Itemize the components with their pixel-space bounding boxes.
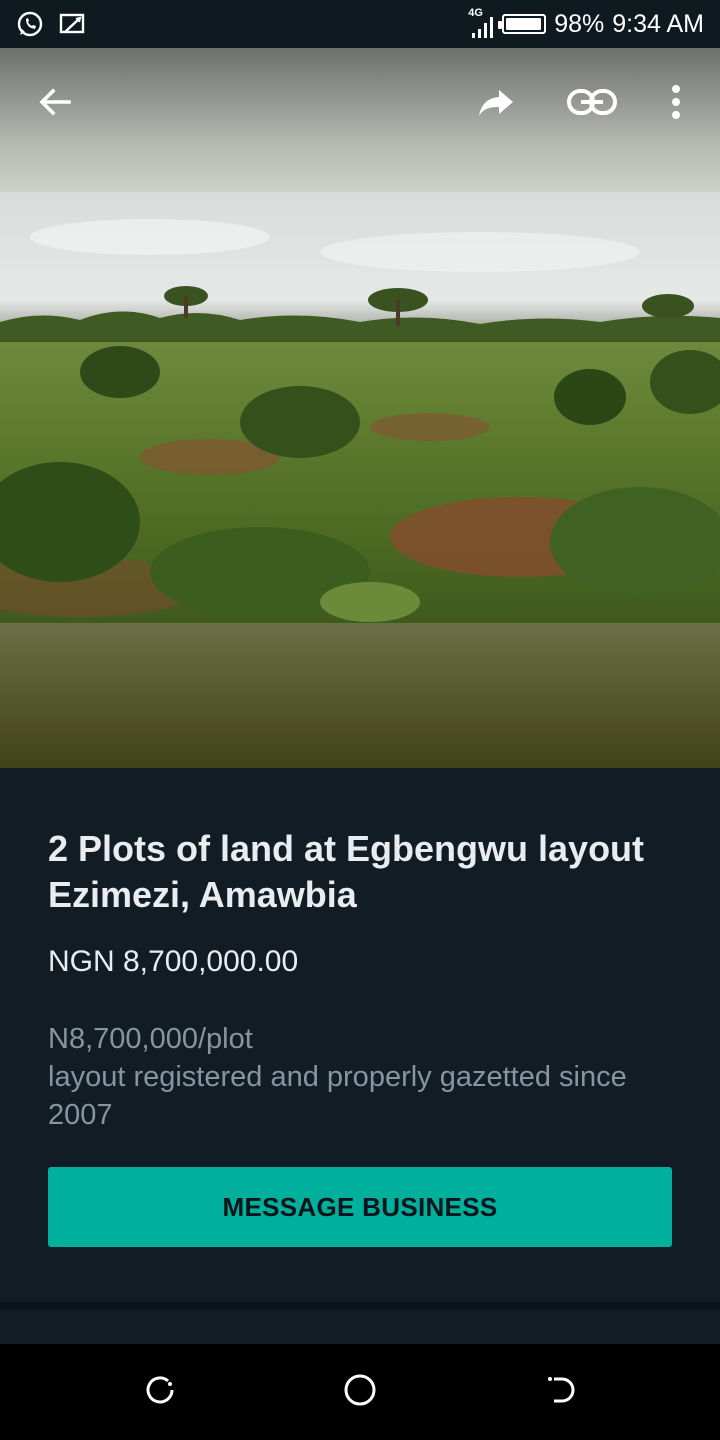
navigation-bar (0, 1344, 720, 1440)
product-price: NGN 8,700,000.00 (48, 945, 299, 978)
back-nav-icon (544, 1374, 576, 1411)
back-arrow-icon (37, 84, 73, 125)
section-divider (0, 1302, 720, 1310)
media-toolbar (0, 48, 720, 160)
product-title: 2 Plots of land at Egbengwu layout Ezime… (48, 828, 645, 915)
recents-icon (144, 1374, 176, 1411)
product-photo[interactable] (0, 192, 720, 623)
copy-link-button[interactable] (564, 76, 620, 132)
recents-button[interactable] (136, 1368, 184, 1416)
clock: 9:34 AM (612, 9, 704, 38)
battery-icon (498, 14, 547, 34)
back-button[interactable] (27, 76, 83, 132)
more-vertical-icon (671, 84, 681, 125)
forward-icon (477, 84, 515, 125)
more-options-button[interactable] (648, 76, 704, 132)
forward-button[interactable] (468, 76, 524, 132)
next-section (0, 1310, 720, 1344)
whatsapp-icon (16, 10, 44, 38)
product-description: N8,700,000/plot layout registered and pr… (48, 1023, 627, 1131)
message-business-button[interactable]: MESSAGE BUSINESS (48, 1167, 672, 1247)
battery-percent: 98% (554, 9, 605, 38)
product-media[interactable] (0, 48, 720, 768)
product-details: 2 Plots of land at Egbengwu layout Ezime… (0, 768, 720, 1302)
cast-icon (58, 10, 86, 38)
bottom-gradient (0, 623, 720, 768)
link-icon (567, 87, 617, 122)
home-icon (343, 1373, 377, 1412)
status-bar: 4G 98% 9:34 AM (0, 0, 720, 48)
signal-icon: 4G (466, 7, 494, 39)
back-nav-button[interactable] (536, 1368, 584, 1416)
network-type: 4G (468, 7, 483, 19)
home-button[interactable] (336, 1368, 384, 1416)
